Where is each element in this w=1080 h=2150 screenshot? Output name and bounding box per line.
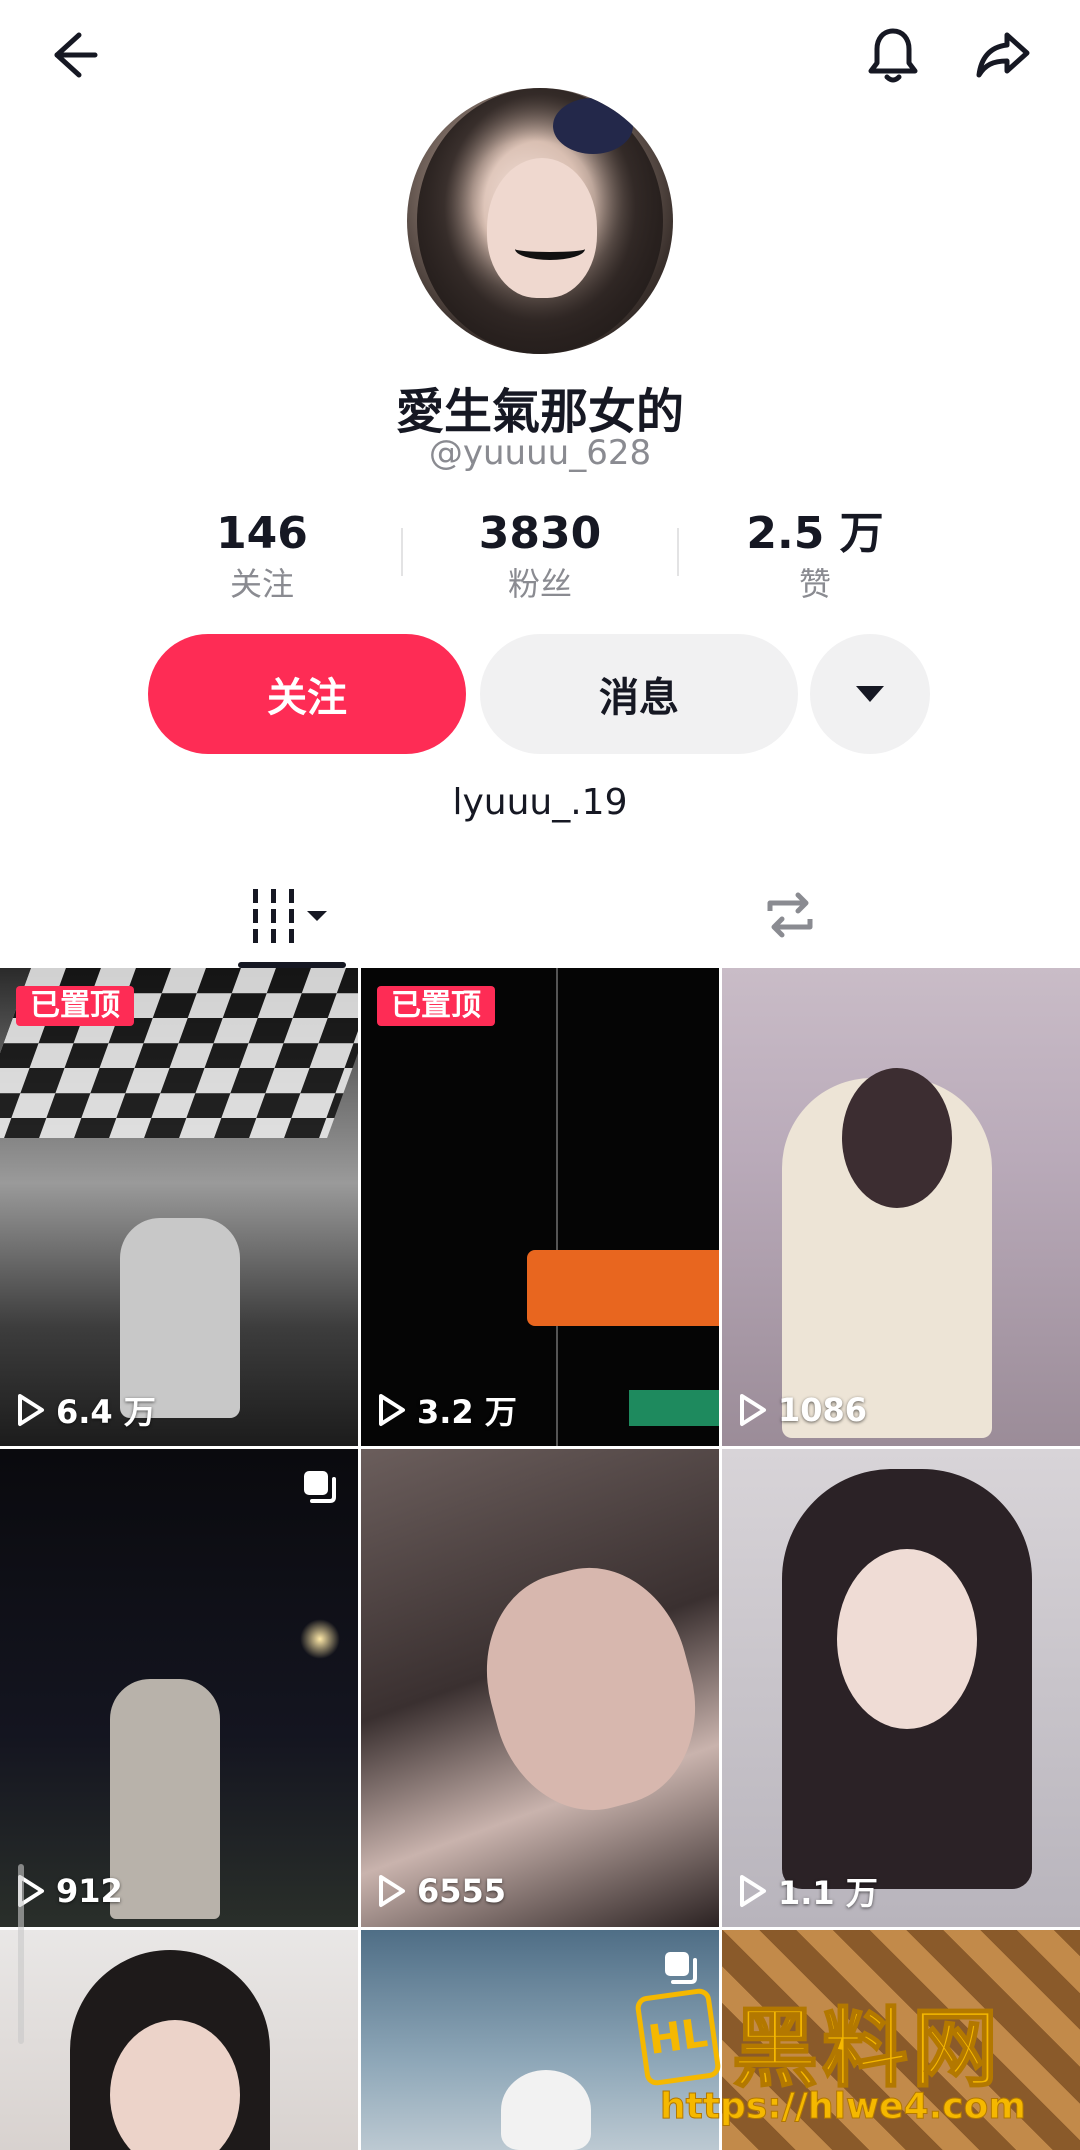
multi-image-icon: [304, 1471, 336, 1503]
view-count: 6.4 万: [16, 1388, 156, 1432]
watermark-logo: HL: [634, 1987, 722, 2087]
videos-grid-icon: [253, 889, 327, 943]
share-arrow-icon: [976, 32, 1030, 78]
likes-label: 赞: [798, 565, 831, 603]
stats-divider: [401, 528, 403, 576]
avatar[interactable]: [407, 88, 673, 354]
scrollbar[interactable]: [18, 1864, 24, 2044]
view-count: 6555: [377, 1869, 506, 1913]
notification-bell-button[interactable]: [848, 10, 938, 100]
play-icon: [379, 1394, 405, 1426]
follow-button[interactable]: 关注: [148, 634, 466, 754]
pinned-badge: 已置顶: [16, 986, 134, 1026]
message-button[interactable]: 消息: [480, 634, 798, 754]
audio-waveform: [527, 1250, 719, 1326]
video-thumbnail[interactable]: 已置顶 3.2 万: [361, 968, 719, 1446]
followers-count: 3830: [478, 508, 602, 559]
view-count: 912: [16, 1869, 123, 1913]
video-thumbnail[interactable]: 912: [0, 1449, 358, 1927]
caret-down-icon: [856, 686, 884, 702]
pinned-badge: 已置顶: [377, 986, 495, 1026]
stats-divider: [677, 528, 679, 576]
video-thumbnail[interactable]: 已置顶 6.4 万: [0, 968, 358, 1446]
more-options-button[interactable]: [810, 634, 930, 754]
likes-count: 2.5 万: [746, 508, 884, 559]
following-count: 146: [216, 508, 308, 559]
followers-label: 粉丝: [507, 565, 572, 603]
view-count: 1086: [738, 1388, 867, 1432]
play-icon: [379, 1875, 405, 1907]
view-count: 3.2 万: [377, 1388, 517, 1432]
following-label: 关注: [229, 565, 294, 603]
profile-stats: 146 关注 3830 粉丝 2.5 万 赞: [0, 506, 1080, 606]
repost-icon: [767, 892, 813, 938]
bio-text: lyuuu_.19: [452, 782, 628, 823]
watermark: HL 黑料网 https://hlwe4.com: [634, 1978, 1060, 2138]
play-icon: [18, 1394, 44, 1426]
tab-videos[interactable]: [190, 862, 390, 968]
likes-stat[interactable]: 2.5 万 赞: [695, 506, 935, 606]
following-stat[interactable]: 146 关注: [142, 506, 382, 606]
video-thumbnail[interactable]: 1.1 万: [722, 1449, 1080, 1927]
watermark-title: 黑料网: [731, 1998, 1002, 2100]
video-thumbnail[interactable]: [0, 1930, 358, 2150]
share-button[interactable]: [958, 10, 1048, 100]
mustache-sticker: [515, 238, 585, 260]
followers-stat[interactable]: 3830 粉丝: [420, 506, 660, 606]
play-icon: [740, 1875, 766, 1907]
display-name: 愛生氣那女的: [395, 384, 684, 440]
back-button[interactable]: [26, 10, 116, 100]
play-icon: [740, 1394, 766, 1426]
tab-reposts[interactable]: [690, 862, 890, 968]
arrow-left-icon: [54, 32, 98, 78]
video-thumbnail[interactable]: 1086: [722, 968, 1080, 1446]
view-count: 1.1 万: [738, 1869, 878, 1913]
bell-icon: [868, 28, 918, 83]
username-handle: @yuuuu_628: [428, 433, 652, 473]
video-thumbnail[interactable]: 6555: [361, 1449, 719, 1927]
content-tabs: [0, 862, 1080, 968]
watermark-url: https://hlwe4.com: [660, 2086, 1027, 2128]
video-grid: 已置顶 6.4 万 已置顶 3.2 万 1086 912 6555 1.1 万: [0, 968, 1080, 2150]
